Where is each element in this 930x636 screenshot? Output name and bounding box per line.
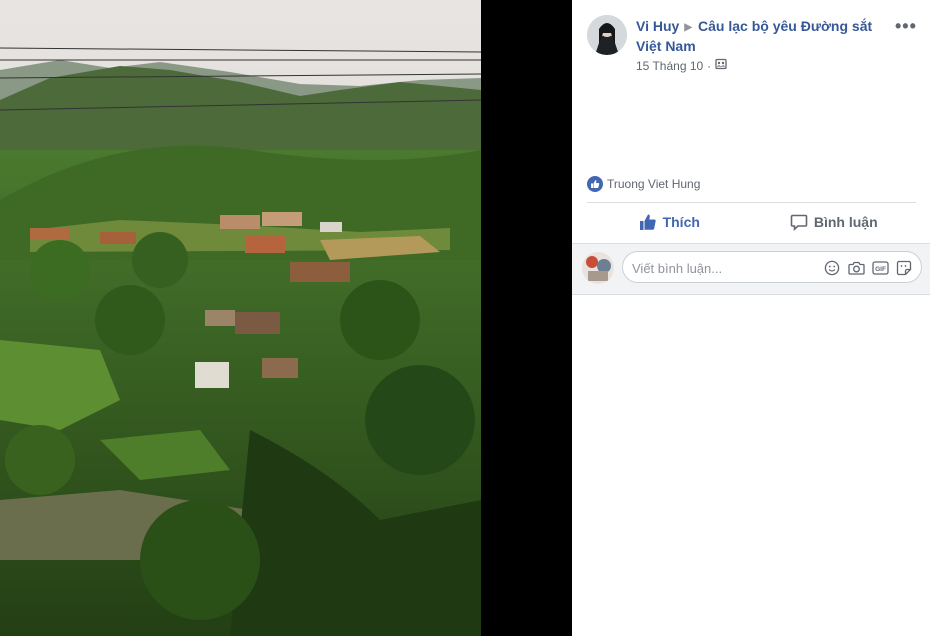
composer-icons: GIF — [817, 259, 913, 277]
sticker-icon[interactable] — [895, 259, 913, 277]
like-reaction-icon — [587, 176, 603, 192]
reaction-user-name: Truong Viet Hung — [607, 177, 701, 191]
post-photo[interactable] — [0, 0, 481, 636]
like-button[interactable]: Thích — [587, 206, 752, 238]
post-side-panel: Vi Huy ▶ Câu lạc bộ yêu Đường sắt Việt Nam… — [572, 0, 930, 636]
triangle-arrow-icon: ▶ — [684, 22, 693, 33]
author-avatar[interactable] — [587, 15, 627, 55]
thumbs-up-icon — [639, 214, 656, 230]
reaction-summary[interactable]: Truong Viet Hung — [587, 176, 700, 192]
svg-text:GIF: GIF — [875, 266, 886, 273]
comment-composer: Viết bình luận... GIF — [572, 243, 930, 295]
camera-icon[interactable] — [847, 259, 865, 277]
post-actions: Thích Bình luận — [587, 206, 916, 238]
more-options-icon[interactable]: ••• — [895, 16, 917, 37]
author-name[interactable]: Vi Huy — [636, 18, 679, 34]
post-meta: 15 Tháng 10 · — [636, 58, 727, 73]
like-label: Thích — [662, 214, 700, 230]
comment-label: Bình luận — [813, 214, 878, 230]
gif-icon[interactable]: GIF — [871, 259, 889, 277]
post-date[interactable]: 15 Tháng 10 — [636, 59, 703, 73]
photo-viewer — [0, 0, 572, 636]
comment-button[interactable]: Bình luận — [752, 206, 917, 238]
comment-input[interactable]: Viết bình luận... GIF — [622, 251, 922, 283]
comment-bubble-icon — [790, 214, 808, 231]
comment-placeholder: Viết bình luận... — [632, 261, 723, 276]
divider — [587, 202, 916, 203]
emoji-icon[interactable] — [823, 259, 841, 277]
separator-dot: · — [707, 58, 712, 73]
viewer-avatar[interactable] — [582, 252, 614, 284]
post-header: Vi Huy ▶ Câu lạc bộ yêu Đường sắt Việt Nam — [636, 17, 886, 56]
audience-icon[interactable] — [715, 58, 727, 73]
